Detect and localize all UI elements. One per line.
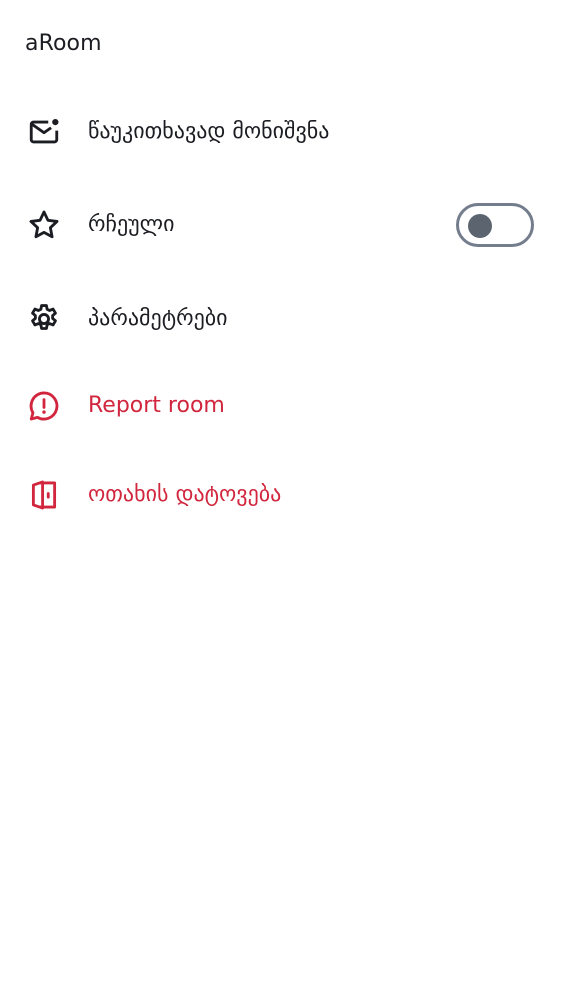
- star-icon: [26, 207, 62, 243]
- toggle-knob: [468, 214, 492, 238]
- gear-icon: [26, 301, 62, 337]
- leave-door-icon: [26, 477, 62, 513]
- room-options-sheet: aRoom წაუკითხავად მონიშვნა რჩეული პარამე…: [0, 0, 562, 1000]
- favourite-label: რჩეული: [88, 212, 175, 237]
- report-icon: [26, 388, 62, 424]
- favourite-item[interactable]: რჩეული: [0, 185, 562, 265]
- mark-unread-label: წაუკითხავად მონიშვნა: [88, 119, 330, 144]
- mark-unread-item[interactable]: წაუკითხავად მონიშვნა: [0, 92, 562, 172]
- settings-item[interactable]: პარამეტრები: [0, 279, 562, 359]
- favourite-toggle[interactable]: [456, 203, 534, 247]
- leave-room-item[interactable]: ოთახის დატოვება: [0, 455, 562, 535]
- report-room-item[interactable]: Report room: [0, 366, 562, 446]
- settings-label: პარამეტრები: [88, 306, 228, 331]
- leave-room-label: ოთახის დატოვება: [88, 482, 282, 507]
- mail-unread-icon: [26, 114, 62, 150]
- report-room-label: Report room: [88, 393, 225, 418]
- room-title: aRoom: [25, 31, 102, 56]
